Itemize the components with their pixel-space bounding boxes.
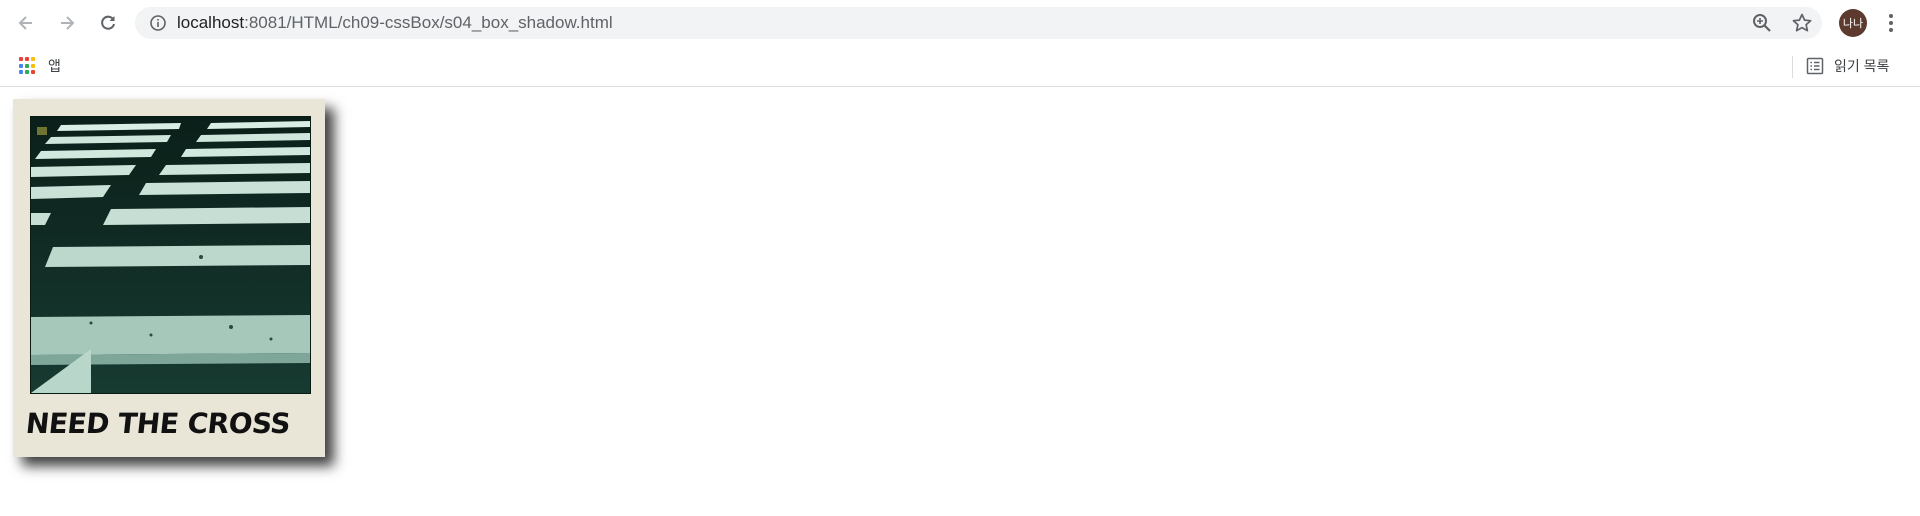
avatar-text: 나나	[1842, 18, 1864, 30]
browser-chrome: localhost:8081/HTML/ch09-cssBox/s04_box_…	[0, 0, 1920, 87]
bookmarks-divider	[1792, 56, 1793, 78]
forward-icon	[61, 16, 75, 30]
bookmark-apps[interactable]: 앱	[18, 54, 61, 78]
forward-button[interactable]	[51, 7, 83, 39]
back-button[interactable]	[10, 7, 42, 39]
reload-icon	[101, 15, 115, 30]
card-caption: NEED THE CROSS	[24, 407, 292, 440]
apps-label: 앱	[48, 58, 61, 74]
page-content: NEED THE CROSS	[0, 87, 1920, 516]
url-path: :8081/HTML/ch09-cssBox/s04_box_shadow.ht…	[244, 13, 613, 32]
star-icon[interactable]	[1791, 12, 1813, 34]
back-icon	[18, 16, 32, 30]
reload-button[interactable]	[92, 7, 124, 39]
polaroid-card: NEED THE CROSS	[13, 99, 325, 457]
bookmarks-bar: 앱 읽기 목록	[0, 46, 1920, 86]
reading-list-button[interactable]: 읽기 목록	[1806, 54, 1889, 78]
info-icon[interactable]	[149, 14, 167, 32]
profile-avatar[interactable]: 나나	[1839, 9, 1867, 37]
crosswalk-image	[31, 117, 310, 393]
crosswalk-photo	[30, 116, 311, 394]
browser-toolbar: localhost:8081/HTML/ch09-cssBox/s04_box_…	[0, 0, 1920, 46]
reading-list-label: 읽기 목록	[1834, 58, 1890, 74]
url-text: localhost:8081/HTML/ch09-cssBox/s04_box_…	[177, 7, 613, 39]
menu-icon[interactable]	[1880, 12, 1902, 34]
url-host: localhost	[177, 13, 245, 32]
reading-list-icon	[1806, 57, 1824, 75]
zoom-icon[interactable]	[1751, 12, 1773, 34]
address-bar[interactable]: localhost:8081/HTML/ch09-cssBox/s04_box_…	[135, 7, 1822, 39]
apps-grid-icon	[18, 56, 38, 76]
